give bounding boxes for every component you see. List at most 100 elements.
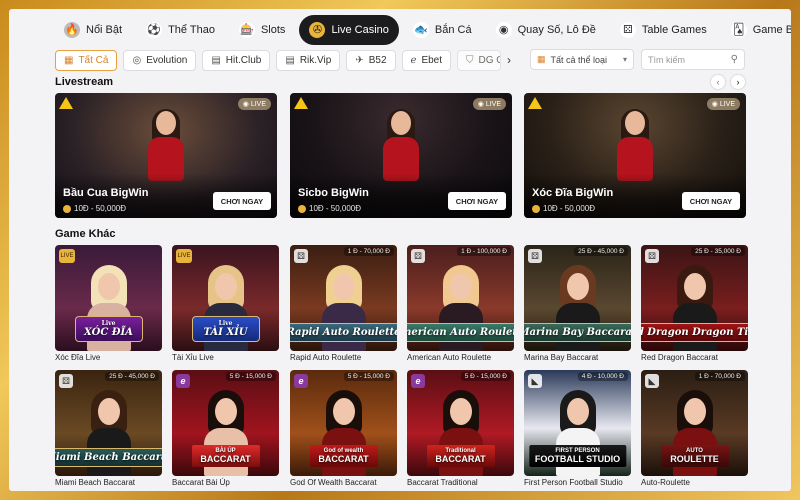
bet-range-text: 10Đ - 50,000Đ <box>309 204 362 213</box>
nav-item-label: Quay Số, Lô Đề <box>517 24 596 36</box>
game-logo: AUTO ROULETTE <box>660 445 729 467</box>
chevron-right-icon[interactable]: › <box>731 75 745 89</box>
game-logo-text: BACCARAT <box>200 454 251 464</box>
game-name: Tài Xỉu Live <box>172 353 214 362</box>
game-name: Miami Beach Baccarat <box>55 478 136 487</box>
play-now-button[interactable]: CHƠI NGAY <box>448 192 506 210</box>
broadcast-icon: ◉ <box>242 101 249 108</box>
play-now-button[interactable]: CHƠI NGAY <box>682 192 740 210</box>
nav-item-6[interactable]: ⚄ Table Games <box>610 15 717 45</box>
nav-item-2[interactable]: 🎰 Slots <box>229 15 295 45</box>
nav-item-1[interactable]: ⚽ Thể Thao <box>136 15 225 45</box>
game-bet-range: 5 Đ - 15,000 Đ <box>343 372 394 381</box>
provider-badge-icon: LIVE <box>59 249 75 263</box>
game-tile[interactable]: ◣ 4 Đ - 10,000 Đ FIRST PERSON FOOTBALL S… <box>524 370 631 488</box>
dice-icon: ⚄ <box>645 249 659 263</box>
dealer-figure <box>381 109 421 181</box>
livestream-card[interactable]: ◉ LIVE Sicbo BigWin 10Đ - 50,000Đ CHƠI N… <box>290 93 512 218</box>
provider-chip-3[interactable]: ▤ Rik.Vip <box>276 49 341 71</box>
provider-chip-label: Rik.Vip <box>299 54 332 66</box>
game-tile[interactable]: ⚄ 1 Đ - 70,000 Đ Rapid Auto Roulette Rap… <box>290 245 397 363</box>
game-tile[interactable]: e 5 Đ - 15,000 Đ God of wealth BACCARAT … <box>290 370 397 488</box>
game-name: God Of Wealth Baccarat <box>290 478 377 487</box>
lottery-ball-icon: ◉ <box>495 22 512 38</box>
game-logo: Rapid Auto Roulette <box>290 323 397 342</box>
provider-chip-1[interactable]: ◎ Evolution <box>123 49 197 71</box>
soccer-ball-icon: ⚽ <box>146 22 163 38</box>
game-logo: American Auto Roulette <box>407 323 514 342</box>
nav-item-4[interactable]: 🐟 Bắn Cá <box>403 15 482 45</box>
dice-icon: ⚄ <box>59 374 73 388</box>
game-thumbnail: e 5 Đ - 15,000 Đ BÀI ÚP BACCARAT <box>172 370 279 476</box>
chevron-right-icon[interactable]: › <box>507 53 511 67</box>
livestream-bet-range: 10Đ - 50,000Đ <box>298 204 361 213</box>
nav-item-3[interactable]: ✇ Live Casino <box>299 15 399 45</box>
nav-item-5[interactable]: ◉ Quay Số, Lô Đề <box>486 15 606 45</box>
search-placeholder: Tìm kiếm <box>648 54 685 65</box>
provider-chip-4[interactable]: ✈ B52 <box>346 49 396 71</box>
livestream-card[interactable]: ◉ LIVE Xóc Đĩa BigWin 10Đ - 50,000Đ CHƠI… <box>524 93 746 218</box>
livestream-card[interactable]: ◉ LIVE Bầu Cua BigWin 10Đ - 50,000Đ CHƠI… <box>55 93 277 218</box>
chevron-down-icon: ▾ <box>622 55 627 64</box>
play-now-button[interactable]: CHƠI NGAY <box>213 192 271 210</box>
game-tile[interactable]: ⚄ 25 Đ - 45,000 Đ Marina Bay Baccarat Ma… <box>524 245 631 363</box>
game-logo-text: XÓC ĐĨA <box>84 327 133 338</box>
grid-icon: ▦ <box>64 54 74 66</box>
game-bet-range: 1 Đ - 100,000 Đ <box>457 247 511 256</box>
game-name: Auto-Roulette <box>641 478 690 487</box>
flame-icon: 🔥 <box>64 22 80 38</box>
game-logo-text: Marina Bay Baccarat <box>524 327 631 338</box>
livestream-name: Sicbo BigWin <box>298 187 369 199</box>
livestream-bet-range: 10Đ - 50,000Đ <box>63 204 126 213</box>
game-tile[interactable]: ◣ 1 Đ - 70,000 Đ AUTO ROULETTE Auto-Roul… <box>641 370 748 488</box>
dice-icon: ⚄ <box>619 22 636 38</box>
game-tile[interactable]: e 5 Đ - 15,000 Đ BÀI ÚP BACCARAT Baccara… <box>172 370 279 488</box>
live-badge: ◉ LIVE <box>237 98 271 110</box>
game-tile[interactable]: ⚄ 25 Đ - 35,000 Đ Red Dragon Dragon Tige… <box>641 245 748 363</box>
search-input[interactable]: Tìm kiếm ⚲ <box>641 49 745 70</box>
games-title: Game Khác <box>55 228 116 240</box>
e-icon: e <box>411 374 425 388</box>
game-tile[interactable]: LIVE Live TÀI XỈU Tài Xỉu Live <box>172 245 279 363</box>
provider-chip-0[interactable]: ▦ Tất Cả <box>55 49 118 71</box>
game-logo: Miami Beach Baccarat <box>55 448 162 467</box>
live-badge: ◉ LIVE <box>472 98 506 110</box>
game-name: American Auto Roulette <box>407 353 492 362</box>
category-select[interactable]: ▦ Tất cả thể loại ▾ <box>530 49 634 70</box>
game-bet-range: 1 Đ - 70,000 Đ <box>343 247 394 256</box>
game-tile[interactable]: LIVE Live XÓC ĐĨA Xóc Đĩa Live <box>55 245 162 363</box>
game-logo-text: Rapid Auto Roulette <box>290 327 397 338</box>
game-tile[interactable]: ⚄ 1 Đ - 100,000 Đ American Auto Roulette… <box>407 245 514 363</box>
chevron-left-icon[interactable]: ‹ <box>711 75 725 89</box>
game-bet-range: 25 Đ - 45,000 Đ <box>105 372 159 381</box>
provider-badge-icon: LIVE <box>176 249 192 263</box>
e-icon: e <box>294 374 308 388</box>
nav-item-0[interactable]: 🔥 Nổi Bật <box>54 15 132 45</box>
game-thumbnail: LIVE Live XÓC ĐĨA <box>55 245 162 351</box>
provider-chip-label: B52 <box>368 54 387 66</box>
game-logo-text: Red Dragon Dragon Tiger <box>641 327 748 338</box>
game-tile[interactable]: ⚄ 25 Đ - 45,000 Đ Miami Beach Baccarat M… <box>55 370 162 488</box>
nav-item-7[interactable]: 🂡 Game Bài <box>721 15 791 45</box>
game-logo-text: BACCARAT <box>435 454 486 464</box>
game-logo: Live XÓC ĐĨA <box>74 316 143 342</box>
card-icon: ▤ <box>285 54 295 66</box>
provider-chip-6[interactable]: ⛉ DG C <box>457 49 502 71</box>
game-logo: God of wealth BACCARAT <box>309 445 378 467</box>
game-tile[interactable]: e 5 Đ - 15,000 Đ Traditional BACCARAT Ba… <box>407 370 514 488</box>
provider-chip-5[interactable]: ℯ Ebet <box>401 49 452 71</box>
game-thumbnail: ⚄ 1 Đ - 70,000 Đ Rapid Auto Roulette <box>290 245 397 351</box>
game-thumbnail: LIVE Live TÀI XỈU <box>172 245 279 351</box>
game-thumbnail: e 5 Đ - 15,000 Đ God of wealth BACCARAT <box>290 370 397 476</box>
live-badge-label: LIVE <box>719 100 735 108</box>
e-icon: e <box>176 374 190 388</box>
game-bet-range: 25 Đ - 35,000 Đ <box>691 247 745 256</box>
livestream-title: Livestream <box>55 76 114 88</box>
game-logo: Red Dragon Dragon Tiger <box>641 323 748 342</box>
provider-chip-2[interactable]: ▤ Hit.Club <box>202 49 271 71</box>
roulette-icon: ✇ <box>309 22 326 38</box>
game-logo-text: ROULETTE <box>670 454 719 464</box>
dice-icon: ⚄ <box>528 249 542 263</box>
category-nav: 🔥 Nổi Bật ⚽ Thể Thao 🎰 Slots ✇ Live Casino 🐟 Bắn … <box>54 14 791 46</box>
page-frame: 🔥 Nổi Bật ⚽ Thể Thao 🎰 Slots ✇ Live Casino 🐟 Bắn … <box>9 9 791 491</box>
